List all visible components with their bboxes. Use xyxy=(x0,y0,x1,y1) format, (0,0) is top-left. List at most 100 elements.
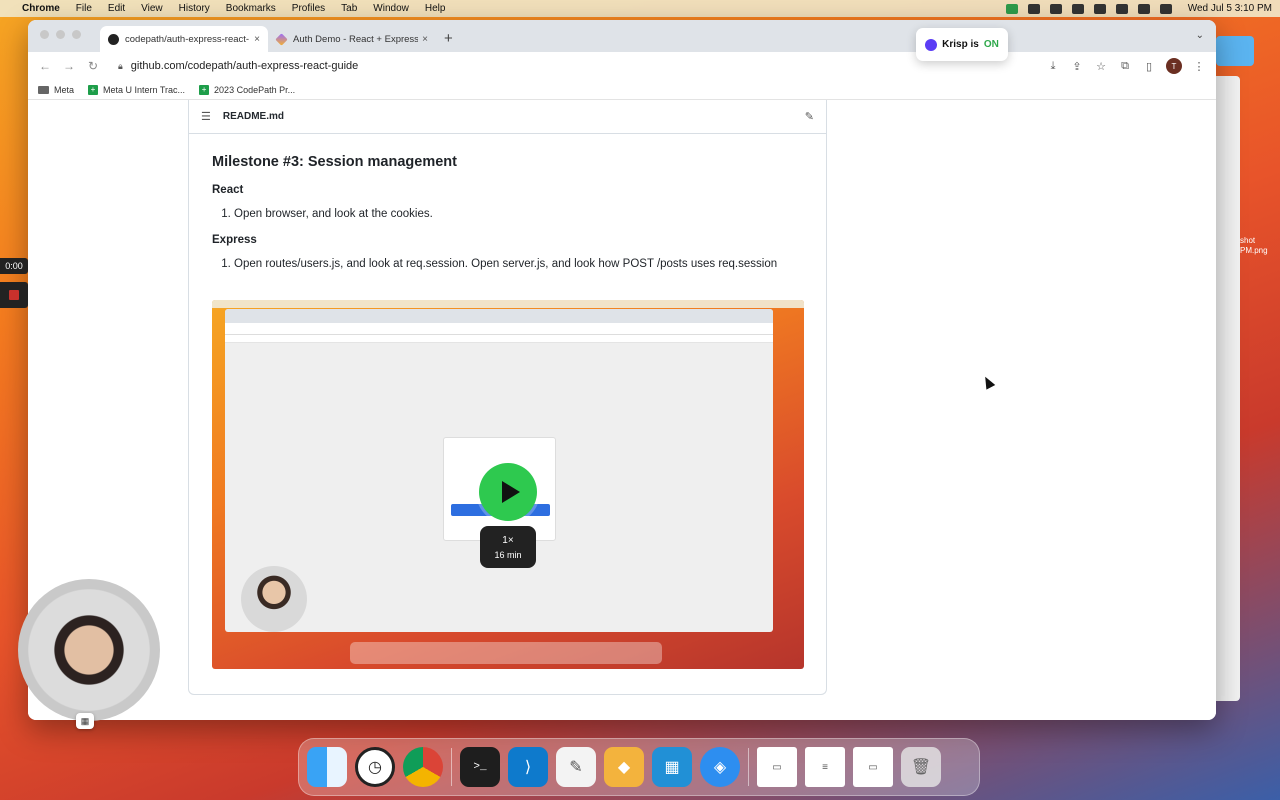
window-controls xyxy=(40,30,81,39)
menu-history[interactable]: History xyxy=(179,3,210,14)
wifi-icon[interactable] xyxy=(1115,3,1128,14)
vscode-icon[interactable]: ⟩ xyxy=(508,747,548,787)
battery-icon[interactable] xyxy=(1093,3,1106,14)
bookmark-star-icon[interactable]: ☆ xyxy=(1094,60,1108,73)
krisp-status-icon[interactable] xyxy=(1005,3,1018,14)
outline-list-icon[interactable]: ☰ xyxy=(201,110,211,123)
finder-icon[interactable] xyxy=(307,747,347,787)
background-window-edge xyxy=(1216,36,1254,66)
close-window-button[interactable] xyxy=(40,30,49,39)
new-tab-button[interactable]: + xyxy=(444,30,453,47)
menubar-clock[interactable]: Wed Jul 5 3:10 PM xyxy=(1188,3,1272,14)
playback-speed[interactable]: 1× xyxy=(502,535,513,546)
tab-search-chevron-icon[interactable]: ⌄ xyxy=(1196,30,1204,41)
express-steps: Open routes/users.js, and look at req.se… xyxy=(234,258,803,270)
chrome-icon[interactable] xyxy=(403,747,443,787)
tab-github-readme[interactable]: codepath/auth-express-react- × xyxy=(100,26,268,52)
webcam-bubble[interactable] xyxy=(18,579,160,721)
folder-icon xyxy=(38,85,49,94)
section-heading-react: React xyxy=(212,184,244,196)
grid-app-icon[interactable]: ▦ xyxy=(652,747,692,787)
video-frame-bookmarks xyxy=(225,335,773,343)
tab-close-icon[interactable]: × xyxy=(254,34,260,45)
profile-avatar[interactable]: T xyxy=(1166,58,1182,74)
page-content: ☰ README.md ✎ Milestone #3: Session mana… xyxy=(28,100,1216,720)
safari-compass-icon[interactable]: ◈ xyxy=(700,747,740,787)
video-duration: 16 min xyxy=(494,549,522,560)
clock-app-icon[interactable]: ◷ xyxy=(355,747,395,787)
menu-tab[interactable]: Tab xyxy=(341,3,357,14)
side-panel-icon[interactable]: ▯ xyxy=(1142,60,1156,73)
screenshot-file-icon[interactable]: ▭ xyxy=(757,747,797,787)
bookmark-meta[interactable]: Meta xyxy=(38,85,74,95)
desktop-file-line2: PM.png xyxy=(1240,246,1268,255)
video-embed[interactable]: 1× 16 min xyxy=(212,300,804,669)
stop-icon xyxy=(9,290,19,300)
video-frame-tabbar xyxy=(225,309,773,323)
kebab-menu-icon[interactable]: ⋮ xyxy=(1192,60,1206,73)
macos-dock: ◷ >_ ⟩ ✎ ◆ ▦ ◈ ▭ ≡ ▭ 🗑︎ xyxy=(298,738,980,796)
spotlight-search-icon[interactable] xyxy=(1137,3,1150,14)
video-frame-menubar xyxy=(212,300,804,308)
video-frame-webcam xyxy=(241,566,307,632)
bookmark-label: Meta U Intern Trac... xyxy=(103,84,186,95)
chrome-window: codepath/auth-express-react- × Auth Demo… xyxy=(28,20,1216,720)
recording-timer: 0:00 xyxy=(0,258,28,274)
menu-window[interactable]: Window xyxy=(373,3,409,14)
video-frame-toolbar xyxy=(225,323,773,335)
bookmark-intern-tracker[interactable]: + Meta U Intern Trac... xyxy=(88,84,186,95)
terminal-icon[interactable]: >_ xyxy=(460,747,500,787)
stop-recording-button[interactable] xyxy=(0,282,28,308)
list-item: Open routes/users.js, and look at req.se… xyxy=(234,258,803,270)
menu-bookmarks[interactable]: Bookmarks xyxy=(226,3,276,14)
play-button[interactable] xyxy=(479,463,537,521)
readme-panel: ☰ README.md ✎ Milestone #3: Session mana… xyxy=(188,100,827,695)
menu-edit[interactable]: Edit xyxy=(108,3,125,14)
bookmark-label: Meta xyxy=(54,84,75,95)
menu-file[interactable]: File xyxy=(76,3,92,14)
tab-title: Auth Demo - React + Express xyxy=(293,33,419,45)
sync-status-icon[interactable] xyxy=(1071,3,1084,14)
lock-icon[interactable]: 🔒︎ xyxy=(118,61,123,72)
edit-pencil-icon[interactable]: ✎ xyxy=(805,110,814,123)
readme-header: ☰ README.md ✎ xyxy=(189,100,826,134)
facebook-status-icon[interactable] xyxy=(1049,3,1062,14)
dock-separator xyxy=(451,748,452,786)
textedit-icon[interactable]: ✎ xyxy=(556,747,596,787)
github-icon xyxy=(108,33,119,45)
control-center-icon[interactable] xyxy=(1159,3,1172,14)
image-file-icon[interactable]: ▭ xyxy=(853,747,893,787)
tab-close-icon[interactable]: × xyxy=(422,34,428,45)
tab-strip: codepath/auth-express-react- × Auth Demo… xyxy=(28,20,1216,52)
bookmark-codepath[interactable]: + 2023 CodePath Pr... xyxy=(199,84,295,95)
settings-status-icon[interactable] xyxy=(1027,3,1040,14)
forward-arrow-icon[interactable]: → xyxy=(62,59,76,73)
back-arrow-icon[interactable]: ← xyxy=(38,59,52,73)
webcam-settings-icon[interactable]: ▦ xyxy=(76,713,94,729)
menu-help[interactable]: Help xyxy=(425,3,446,14)
app-menu[interactable]: Chrome xyxy=(22,3,60,14)
extensions-puzzle-icon[interactable]: ⧉ xyxy=(1118,60,1132,73)
zoom-window-button[interactable] xyxy=(72,30,81,39)
share-icon[interactable]: ⇪ xyxy=(1070,60,1084,73)
vite-icon xyxy=(275,32,288,46)
desktop-file-label[interactable]: shot PM.png xyxy=(1240,236,1268,256)
tab-auth-demo[interactable]: Auth Demo - React + Express × xyxy=(268,26,436,52)
document-file-icon[interactable]: ≡ xyxy=(805,747,845,787)
video-frame-dock xyxy=(350,642,662,664)
address-bar[interactable]: 🔒︎ github.com/codepath/auth-express-reac… xyxy=(110,55,1036,77)
install-icon[interactable]: ⤓ xyxy=(1046,60,1060,73)
menu-profiles[interactable]: Profiles xyxy=(292,3,325,14)
macos-menubar: Chrome File Edit View History Bookmarks … xyxy=(0,0,1280,17)
video-info-pill[interactable]: 1× 16 min xyxy=(480,526,536,568)
krisp-notification[interactable]: Krisp is ON xyxy=(916,28,1008,61)
trash-icon[interactable]: 🗑︎ xyxy=(901,747,941,787)
tab-title: codepath/auth-express-react- xyxy=(125,33,250,45)
krisp-state: ON xyxy=(983,39,999,50)
tableplus-elephant-icon[interactable]: ◆ xyxy=(604,747,644,787)
minimize-window-button[interactable] xyxy=(56,30,65,39)
bookmarks-bar: Meta + Meta U Intern Trac... + 2023 Code… xyxy=(28,80,1216,100)
reload-icon[interactable]: ↻ xyxy=(86,59,100,73)
krisp-label: Krisp is xyxy=(942,39,979,50)
menu-view[interactable]: View xyxy=(141,3,163,14)
